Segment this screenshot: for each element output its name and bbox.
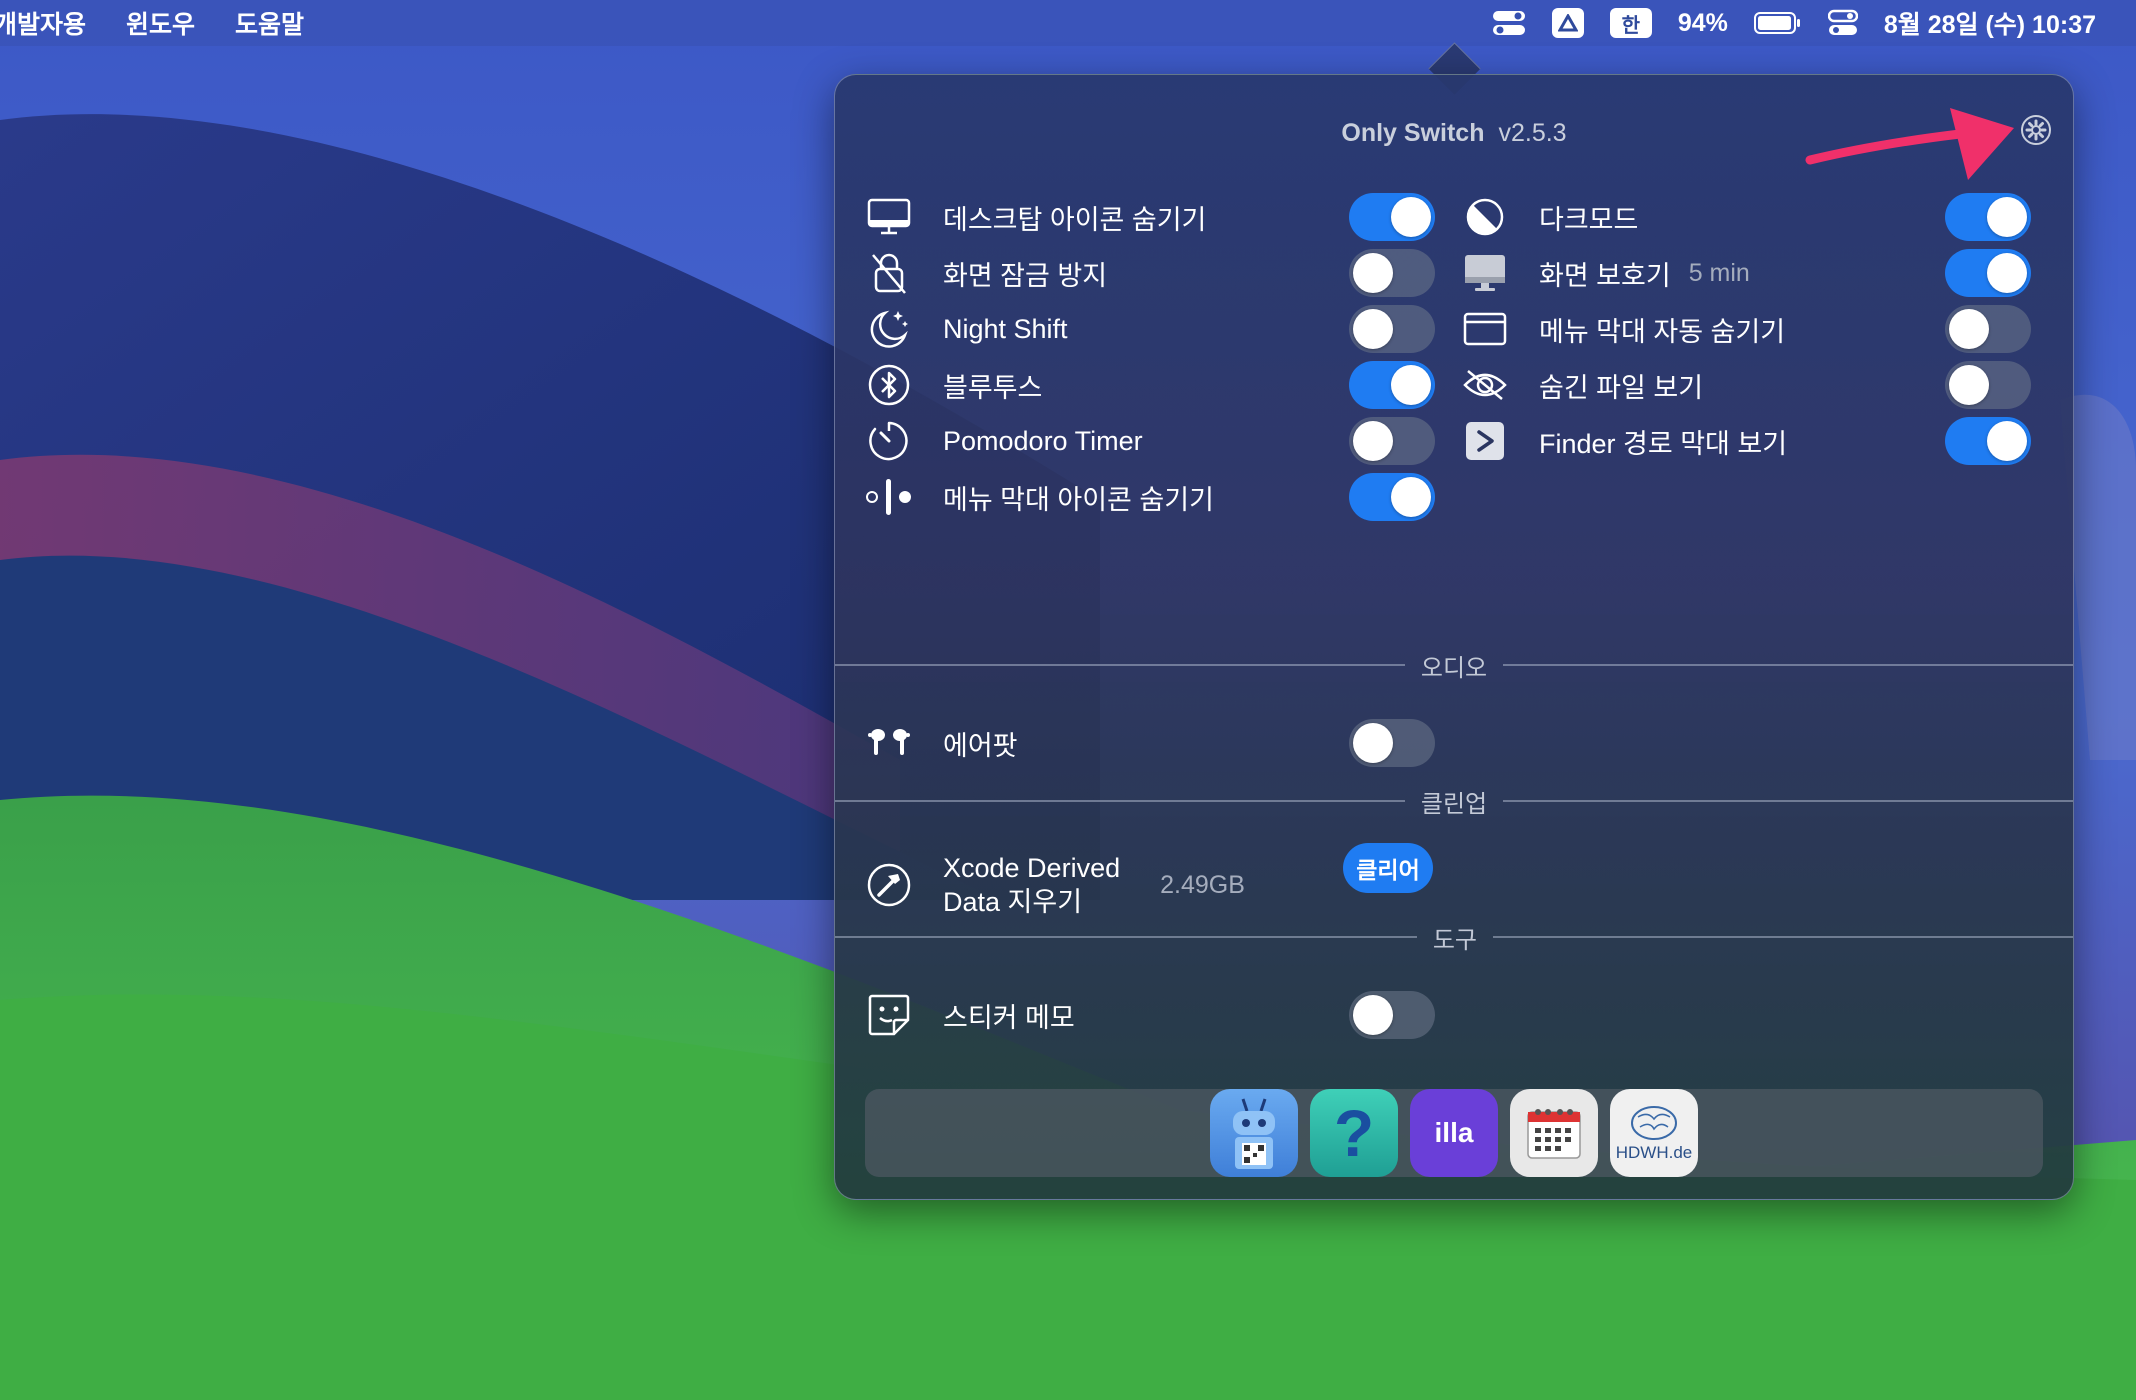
timer-icon: [865, 417, 913, 465]
label-hide-menubar-icons: 메뉴 막대 아이콘 숨기기: [943, 484, 1214, 515]
toggle-bluetooth[interactable]: [1349, 361, 1435, 409]
section-audio: 오디오: [835, 649, 2073, 682]
toggle-dark-mode[interactable]: [1945, 193, 2031, 241]
section-tools: 도구: [835, 921, 2073, 954]
derived-data-size: 2.49GB: [1160, 870, 1245, 899]
sticker-icon: [865, 991, 913, 1039]
row-show-hidden-files: 숨긴 파일 보기: [1461, 357, 1703, 413]
label-xcode-derived-data: Xcode Derived Data 지우기: [943, 851, 1120, 919]
input-method-indicator[interactable]: 한: [1609, 8, 1652, 38]
help-app-icon[interactable]: ?: [1310, 1089, 1398, 1177]
onlyswitch-menubar-icon[interactable]: [1492, 9, 1526, 37]
battery-icon[interactable]: [1753, 11, 1802, 35]
row-xcode-derived-data: Xcode Derived Data 지우기 2.49GB: [865, 835, 1245, 935]
dark-mode-icon: [1461, 193, 1509, 241]
clock[interactable]: 8월 28일 (수) 10:37: [1884, 5, 2096, 41]
section-audio-label: 오디오: [1420, 654, 1488, 682]
section-cleanup-label: 클린업: [1420, 790, 1488, 818]
row-screen-saver: 화면 보호기 5 min: [1461, 245, 1750, 301]
only-switch-popover: Only Switch v2.5.3 데스크탑 아이콘 숨기기 화면 잠금 방지 …: [834, 74, 2074, 1200]
illa-app-icon[interactable]: illa: [1410, 1089, 1498, 1177]
label-hide-desktop-icons: 데스크탑 아이콘 숨기기: [943, 204, 1207, 235]
app-name: Only Switch: [1341, 119, 1485, 147]
label-show-hidden-files: 숨긴 파일 보기: [1539, 372, 1704, 403]
row-auto-hide-menubar: 메뉴 막대 자동 숨기기: [1461, 301, 1785, 357]
screen-saver-interval: 5 min: [1688, 258, 1750, 287]
label-dark-mode: 다크모드: [1539, 204, 1639, 235]
eye-slash-icon: [1461, 361, 1509, 409]
toggle-sticky-memo[interactable]: [1349, 991, 1435, 1039]
toggle-screen-saver[interactable]: [1945, 249, 2031, 297]
window-icon: [1461, 305, 1509, 353]
airpods-icon: [865, 719, 913, 767]
toggle-pomodoro-timer[interactable]: [1349, 417, 1435, 465]
label-airpods: 에어팟: [943, 730, 1018, 761]
desktop-icon: [865, 193, 913, 241]
annotation-arrow: [1805, 108, 2014, 180]
app-version: v2.5.3: [1498, 119, 1567, 147]
label-pomodoro-timer: Pomodoro Timer: [943, 425, 1143, 456]
row-hide-desktop-icons: 데스크탑 아이콘 숨기기: [865, 189, 1206, 245]
toggle-prevent-screen-lock[interactable]: [1349, 249, 1435, 297]
section-tools-label: 도구: [1432, 926, 1477, 954]
control-center-icon[interactable]: [1827, 9, 1858, 37]
row-pomodoro-timer: Pomodoro Timer: [865, 413, 1143, 469]
row-bluetooth: 블루투스: [865, 357, 1042, 413]
label-screen-saver: 화면 보호기: [1539, 260, 1671, 291]
moon-stars-icon: [865, 305, 913, 353]
lock-slash-icon: [865, 249, 913, 297]
row-hide-menubar-icons: 메뉴 막대 아이콘 숨기기: [865, 469, 1214, 525]
label-bluetooth: 블루투스: [943, 372, 1043, 403]
toggle-hide-menubar-icons[interactable]: [1349, 473, 1435, 521]
row-dark-mode: 다크모드: [1461, 189, 1638, 245]
menu-window[interactable]: 윈도우: [126, 5, 195, 41]
hammer-icon: [865, 861, 913, 909]
display-icon: [1461, 249, 1509, 297]
recommended-apps-bar: ? illa HDWH.de: [865, 1089, 2043, 1177]
toggle-show-hidden-files[interactable]: [1945, 361, 2031, 409]
menu-develop[interactable]: 개발자용: [0, 5, 86, 41]
row-airpods: 에어팟: [865, 715, 1018, 771]
label-prevent-screen-lock: 화면 잠금 방지: [943, 260, 1108, 291]
toggle-auto-hide-menubar[interactable]: [1945, 305, 2031, 353]
label-night-shift: Night Shift: [943, 313, 1068, 344]
menu-help[interactable]: 도움말: [235, 5, 304, 41]
chevron-right-icon: [1461, 417, 1509, 465]
qr-robot-app-icon[interactable]: [1210, 1089, 1298, 1177]
battery-percent[interactable]: 94%: [1678, 9, 1728, 38]
row-night-shift: Night Shift: [865, 301, 1068, 357]
hdwh-label: HDWH.de: [1615, 1143, 1693, 1162]
drive-menubar-icon[interactable]: [1551, 8, 1584, 38]
toggle-hide-desktop-icons[interactable]: [1349, 193, 1435, 241]
clear-derived-data-button[interactable]: 클리어: [1343, 843, 1433, 893]
label-xcode-line2: Data 지우기: [943, 887, 1083, 917]
menu-bar: 개발자용 윈도우 도움말 한 94% 8월 28일 (수) 10:37: [0, 0, 2136, 46]
menubar-dots-icon: [865, 473, 913, 521]
settings-gear-icon[interactable]: [2019, 113, 2053, 147]
row-prevent-screen-lock: 화면 잠금 방지: [865, 245, 1107, 301]
label-auto-hide-menubar: 메뉴 막대 자동 숨기기: [1539, 316, 1786, 347]
bluetooth-icon: [865, 361, 913, 409]
calendar-app-icon[interactable]: [1510, 1089, 1598, 1177]
toggle-night-shift[interactable]: [1349, 305, 1435, 353]
label-finder-path-bar: Finder 경로 막대 보기: [1539, 428, 1788, 459]
toggle-airpods[interactable]: [1349, 719, 1435, 767]
section-cleanup: 클린업: [835, 785, 2073, 818]
toggle-finder-path-bar[interactable]: [1945, 417, 2031, 465]
hdwh-app-icon[interactable]: HDWH.de: [1610, 1089, 1698, 1177]
label-sticky-memo: 스티커 메모: [943, 1002, 1075, 1033]
row-finder-path-bar: Finder 경로 막대 보기: [1461, 413, 1787, 469]
row-sticky-memo: 스티커 메모: [865, 987, 1075, 1043]
label-xcode-line1: Xcode Derived: [943, 853, 1121, 883]
